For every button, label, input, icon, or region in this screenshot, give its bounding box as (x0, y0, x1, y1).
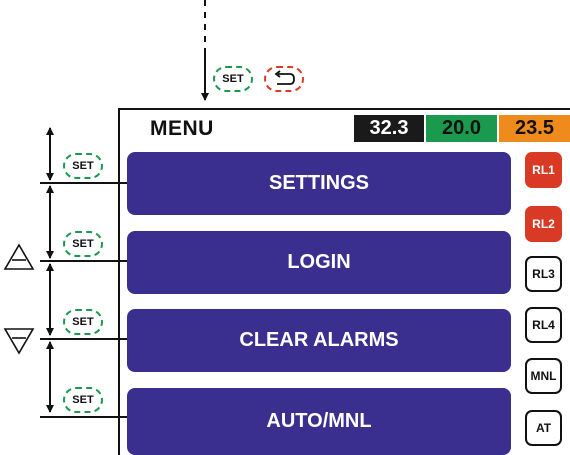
menu-item-label: AUTO/MNL (266, 410, 372, 432)
menu-item-label: SETTINGS (268, 172, 369, 194)
set-key-login[interactable]: SET (63, 231, 103, 257)
set-key-auto-mnl[interactable]: SET (63, 387, 103, 413)
triangle-down-icon[interactable] (3, 327, 35, 355)
menu-item-settings[interactable]: SETTINGS (127, 152, 511, 215)
back-arrow-icon (274, 70, 295, 85)
set-key-clear-alarms[interactable]: SET (63, 309, 103, 335)
set-key-label: SET (72, 316, 94, 328)
menu-item-clear-alarms[interactable]: CLEAR ALARMS (127, 309, 511, 372)
menu-item-login[interactable]: LOGIN (127, 231, 511, 294)
screen-border-top (118, 108, 570, 110)
set-key-label: SET (72, 238, 94, 250)
set-key-label: SET (72, 394, 94, 406)
reading-1: 32.3 (354, 115, 424, 142)
relay-rl3: RL3 (525, 256, 562, 292)
screen-border-left (118, 108, 120, 455)
set-key-top[interactable]: SET (213, 66, 253, 92)
reading-3: 23.5 (499, 115, 570, 142)
set-key-label: SET (222, 73, 244, 85)
menu-item-label: LOGIN (287, 251, 351, 273)
relay-mnl: MNL (525, 358, 562, 394)
relay-rl4: RL4 (525, 307, 562, 343)
page-title: MENU (150, 117, 214, 140)
relay-rl2: RL2 (525, 206, 562, 242)
back-key[interactable] (264, 66, 304, 92)
triangle-up-icon[interactable] (3, 243, 35, 271)
set-key-label: SET (72, 160, 94, 172)
reading-2: 20.0 (426, 115, 497, 142)
relay-at: AT (525, 410, 562, 446)
relay-rl1: RL1 (525, 152, 562, 188)
menu-item-auto-mnl[interactable]: AUTO/MNL (127, 388, 511, 455)
menu-item-label: CLEAR ALARMS (239, 329, 399, 351)
set-key-settings[interactable]: SET (63, 153, 103, 179)
